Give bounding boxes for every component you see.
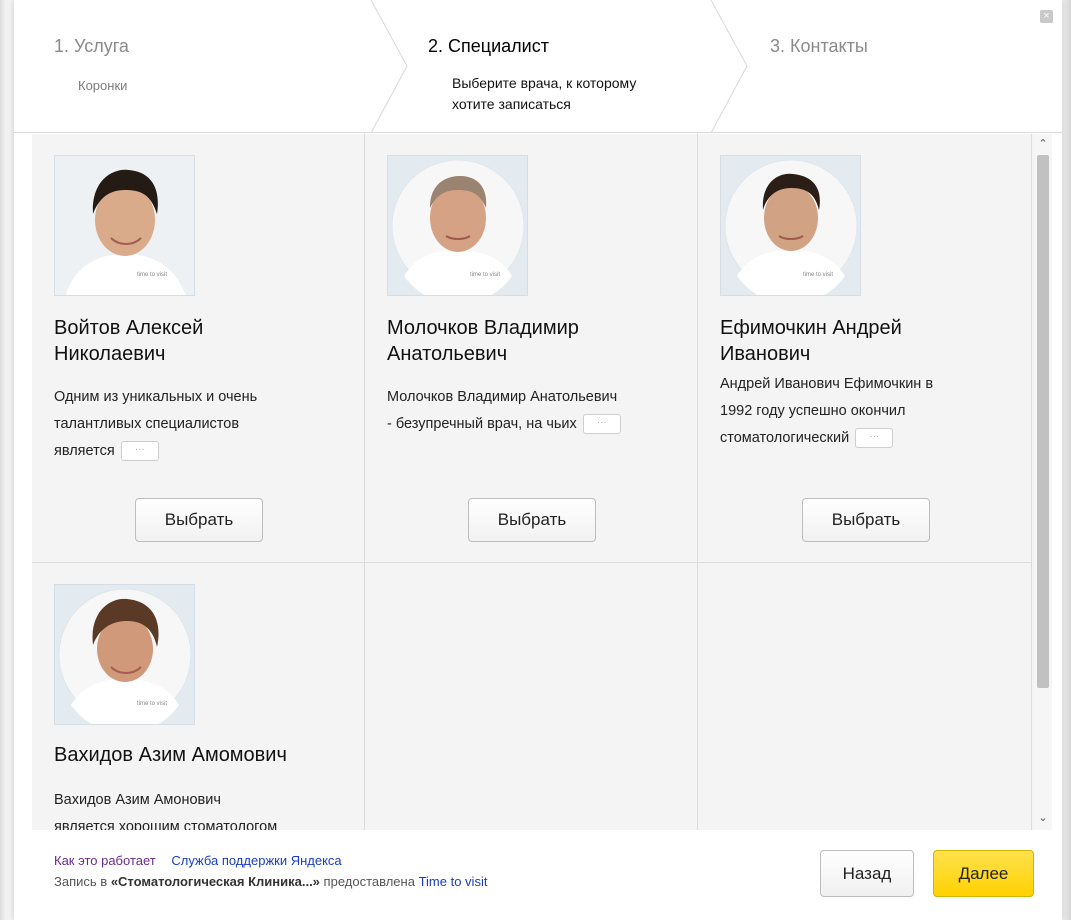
attribution-mid: предоставлена: [323, 874, 415, 889]
doctor-desc-line: Одним из уникальных и очень: [54, 389, 258, 405]
doctor-desc-line: Вахидов Азим Амонович: [54, 792, 221, 808]
svg-text:time to visit: time to visit: [803, 272, 833, 278]
more-button[interactable]: ···: [582, 414, 621, 435]
svg-text:time to visit: time to visit: [137, 701, 167, 707]
list-scrollbar[interactable]: ⌃ ⌄: [1034, 134, 1052, 830]
doctor-name-line: Вахидов Азим Амомович: [54, 744, 287, 766]
step-contacts-title: 3. Контакты: [770, 36, 868, 56]
doctor-desc-line: стоматологический: [720, 430, 850, 446]
provider-link[interactable]: Time to visit: [419, 874, 488, 889]
doctor-card: time to visit Вахидов Азим Амомович Вахи…: [32, 563, 365, 830]
doctor-card: time to visit Молочков Владимир Анатолье…: [365, 134, 698, 563]
support-link[interactable]: Служба поддержки Яндекса: [171, 853, 341, 868]
dialog-footer: Как это работает Служба поддержки Яндекс…: [14, 830, 1062, 920]
doctor-list: time to visit Войтов Алексей Николаевич …: [32, 134, 1044, 830]
doctor-desc-line: Андрей Иванович Ефимочкин в: [720, 376, 934, 392]
empty-cell: [365, 563, 698, 830]
how-it-works-link[interactable]: Как это работает: [54, 853, 156, 868]
doctor-photo: time to visit: [720, 155, 861, 296]
step-service-value: Коронки: [78, 78, 128, 93]
svg-text:time to visit: time to visit: [137, 272, 167, 278]
doctor-description: Молочков Владимир Анатольевич - безупреч…: [387, 384, 682, 438]
back-button[interactable]: Назад: [820, 850, 914, 897]
next-button[interactable]: Далее: [933, 850, 1034, 897]
step-contacts: 3. Контакты: [770, 36, 868, 57]
select-doctor-button[interactable]: Выбрать: [135, 498, 263, 542]
doctor-name-line: Николаевич: [54, 343, 166, 365]
doctor-card: time to visit Войтов Алексей Николаевич …: [32, 134, 365, 563]
scroll-down-icon[interactable]: ⌄: [1034, 810, 1052, 826]
doctor-name: Войтов Алексей Николаевич: [54, 315, 344, 367]
doctor-card: time to visit Ефимочкин Андрей Иванович …: [698, 134, 1032, 563]
steps-header: 1. Услуга Коронки 2. Специалист Выберите…: [14, 0, 1062, 133]
step-service-title: 1. Услуга: [54, 36, 129, 56]
doctor-desc-line: талантливых специалистов: [54, 416, 240, 432]
more-button[interactable]: ···: [120, 441, 159, 462]
doctor-desc-line: 1992 году успешно окончил: [720, 403, 906, 419]
attribution-prefix: Запись в: [54, 874, 108, 889]
svg-text:time to visit: time to visit: [470, 272, 500, 278]
footer-attribution: Запись в «Стоматологическая Клиника...» …: [54, 874, 487, 889]
step-specialist-title: 2. Специалист: [428, 36, 549, 56]
doctor-photo: time to visit: [387, 155, 528, 296]
doctor-photo: time to visit: [54, 584, 195, 725]
footer-links: Как это работает Служба поддержки Яндекс…: [54, 853, 354, 868]
doctor-name-line: Иванович: [720, 343, 811, 365]
doctor-name: Вахидов Азим Амомович: [54, 742, 344, 768]
doctor-description: Одним из уникальных и очень талантливых …: [54, 384, 349, 465]
doctor-name-line: Молочков Владимир: [387, 317, 579, 339]
doctor-name: Ефимочкин Андрей Иванович: [720, 315, 1010, 367]
doctor-description: Андрей Иванович Ефимочкин в 1992 году ус…: [720, 371, 1015, 452]
select-doctor-button[interactable]: Выбрать: [468, 498, 596, 542]
step-divider-1: [370, 0, 408, 133]
doctor-name-line: Войтов Алексей: [54, 317, 204, 339]
doctor-photo: time to visit: [54, 155, 195, 296]
scroll-up-icon[interactable]: ⌃: [1034, 136, 1052, 152]
step-service[interactable]: 1. Услуга Коронки: [54, 36, 129, 96]
select-doctor-button[interactable]: Выбрать: [802, 498, 930, 542]
step-divider-2: [710, 0, 748, 133]
step-specialist: 2. Специалист Выберите врача, к которому…: [428, 36, 636, 115]
more-button[interactable]: ···: [855, 428, 894, 449]
doctor-desc-line: является: [54, 443, 115, 459]
doctor-name: Молочков Владимир Анатольевич: [387, 315, 677, 367]
doctor-desc-line: - безупречный врач, на чьих: [387, 416, 577, 432]
booking-dialog: × 1. Услуга Коронки 2. Специалист Выбери…: [14, 0, 1062, 920]
doctor-name-line: Ефимочкин Андрей: [720, 317, 902, 339]
step-specialist-hint-line1: Выберите врача, к которому: [452, 75, 637, 91]
scroll-thumb[interactable]: [1037, 155, 1049, 688]
clinic-name: «Стоматологическая Клиника...»: [110, 874, 320, 889]
doctor-description: Вахидов Азим Амонович является хорошим с…: [54, 787, 349, 830]
empty-cell: [698, 563, 1032, 830]
step-specialist-hint-line2: хотите записаться: [452, 96, 571, 112]
doctor-desc-line: является хорошим стоматологом: [54, 819, 278, 830]
doctor-desc-line: Молочков Владимир Анатольевич: [387, 389, 618, 405]
doctor-name-line: Анатольевич: [387, 343, 508, 365]
